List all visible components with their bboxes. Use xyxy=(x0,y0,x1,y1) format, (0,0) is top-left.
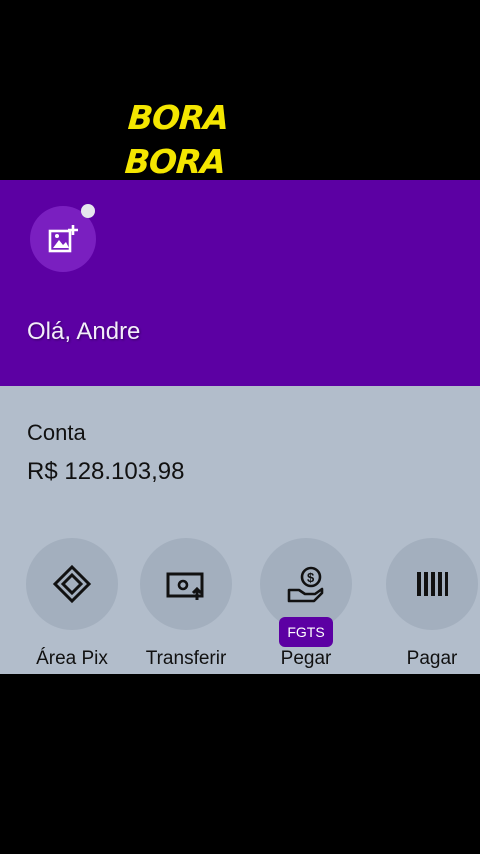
barcode-icon xyxy=(417,572,448,596)
pix-area-button[interactable]: Área Pix xyxy=(24,538,120,674)
transfer-button[interactable]: Transferir xyxy=(138,538,234,674)
transfer-label: Transferir xyxy=(145,648,227,669)
greeting-text: Olá, Andre xyxy=(27,318,141,345)
notification-dot xyxy=(81,204,95,218)
pix-icon xyxy=(52,564,92,604)
add-photo-icon xyxy=(48,225,78,253)
account-balance: R$ 128.103,98 xyxy=(27,458,185,485)
loan-button[interactable]: $ Pegar xyxy=(258,538,354,674)
loan-label: Pegar xyxy=(280,648,332,669)
overlay-title: BORA BORA xyxy=(123,98,230,181)
pay-button[interactable]: Pagar xyxy=(384,538,480,674)
svg-text:$: $ xyxy=(307,570,315,585)
account-label: Conta xyxy=(27,420,86,445)
pay-label: Pagar xyxy=(406,648,458,669)
fgts-badge: FGTS xyxy=(279,617,333,647)
loan-icon: $ xyxy=(287,566,324,603)
transfer-icon xyxy=(166,572,204,600)
